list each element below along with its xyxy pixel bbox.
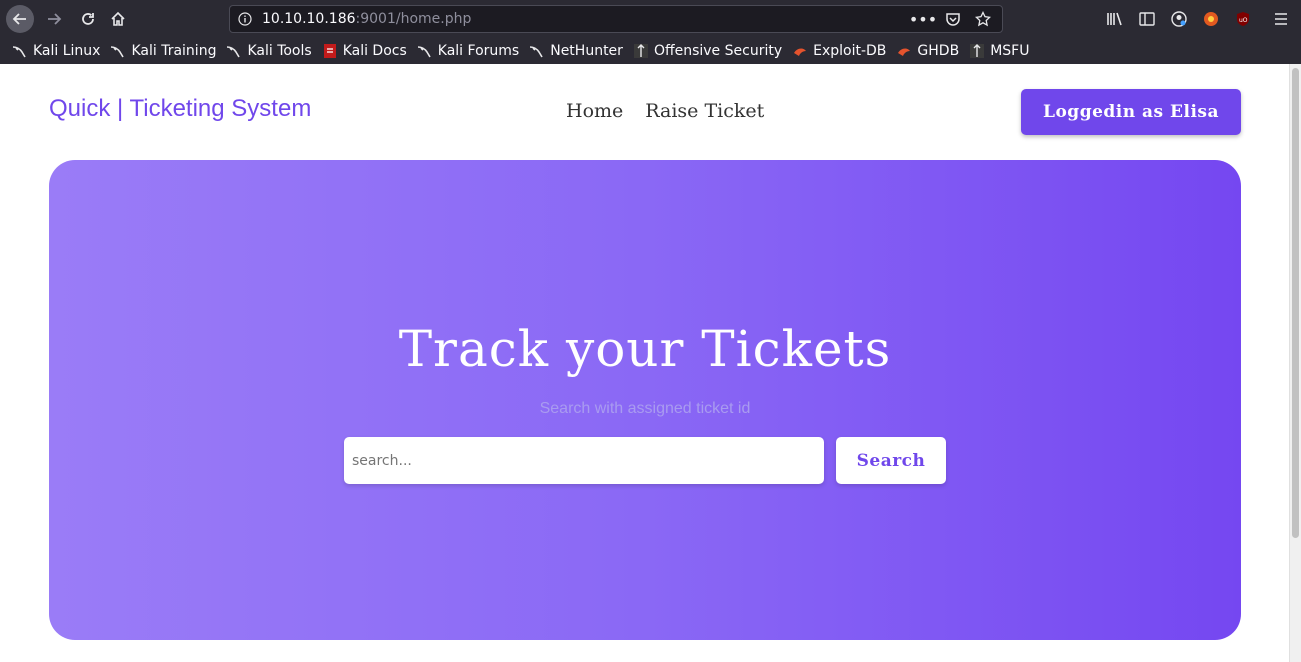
- extension-icon[interactable]: [1200, 8, 1222, 30]
- url-path: :9001/home.php: [355, 11, 472, 27]
- bookmark-label: Kali Forums: [437, 43, 520, 59]
- browser-toolbar: 10.10.10.186:9001/home.php ••• uO: [0, 0, 1301, 38]
- web-page: Quick | Ticketing System Home Raise Tick…: [0, 64, 1289, 662]
- menu-icon[interactable]: [1270, 8, 1292, 30]
- url-text[interactable]: 10.10.10.186:9001/home.php: [262, 11, 471, 27]
- offsec-icon: [969, 43, 985, 59]
- page-scrollbar[interactable]: [1289, 64, 1301, 662]
- bookmark-msfu[interactable]: MSFU: [969, 43, 1029, 59]
- url-host: 10.10.10.186: [262, 11, 356, 27]
- site-brand[interactable]: Quick | Ticketing System: [49, 95, 311, 123]
- logged-in-button[interactable]: Loggedin as Elisa: [1021, 89, 1241, 135]
- more-actions-icon[interactable]: •••: [909, 10, 937, 29]
- bookmark-star-icon[interactable]: [974, 11, 992, 27]
- bookmark-kali-linux[interactable]: Kali Linux: [12, 43, 100, 59]
- kali-dragon-icon: [110, 43, 126, 59]
- home-icon: [111, 11, 125, 26]
- bookmark-label: Kali Tools: [247, 43, 312, 59]
- offsec-icon: [633, 43, 649, 59]
- arrow-left-icon: [12, 13, 26, 25]
- nav-home-link[interactable]: Home: [566, 100, 623, 122]
- bookmark-kali-forums[interactable]: Kali Forums: [417, 43, 519, 59]
- bookmark-label: NetHunter: [550, 43, 623, 59]
- info-icon[interactable]: [238, 12, 252, 26]
- kali-dragon-icon: [417, 43, 433, 59]
- hero-title: Track your Tickets: [398, 320, 892, 378]
- home-button[interactable]: [104, 5, 132, 33]
- bookmark-label: Exploit-DB: [813, 43, 887, 59]
- main-nav: Home Raise Ticket: [566, 100, 764, 122]
- bookmark-label: Offensive Security: [653, 43, 783, 59]
- hero-banner: Track your Tickets Search with assigned …: [49, 160, 1241, 640]
- reload-button[interactable]: [74, 5, 102, 33]
- library-icon[interactable]: [1104, 8, 1126, 30]
- reload-icon: [82, 13, 94, 25]
- ticket-search-input[interactable]: [344, 437, 824, 484]
- bookmark-kali-tools[interactable]: Kali Tools: [226, 43, 312, 59]
- bookmark-label: GHDB: [917, 43, 960, 59]
- url-actions: •••: [909, 10, 992, 29]
- kali-dragon-icon: [529, 43, 545, 59]
- url-bar[interactable]: 10.10.10.186:9001/home.php •••: [229, 5, 1003, 33]
- bookmark-label: Kali Training: [131, 43, 217, 59]
- scrollbar-thumb[interactable]: [1292, 68, 1299, 538]
- ublock-icon[interactable]: uO: [1232, 8, 1254, 30]
- pocket-icon[interactable]: [944, 11, 962, 27]
- bookmark-kali-training[interactable]: Kali Training: [110, 43, 216, 59]
- bookmark-label: Kali Docs: [342, 43, 407, 59]
- account-icon[interactable]: [1168, 8, 1190, 30]
- kali-dragon-icon: [12, 43, 28, 59]
- exploitdb-icon: [792, 43, 808, 59]
- back-button[interactable]: [6, 5, 34, 33]
- svg-text:uO: uO: [1239, 17, 1248, 24]
- kali-docs-icon: [322, 43, 338, 59]
- bookmark-exploit-db[interactable]: Exploit-DB: [792, 43, 886, 59]
- browser-chrome: 10.10.10.186:9001/home.php ••• uO Kali L…: [0, 0, 1301, 64]
- bookmark-label: MSFU: [990, 43, 1030, 59]
- exploitdb-icon: [896, 43, 912, 59]
- hero-subtitle: Search with assigned ticket id: [539, 400, 751, 417]
- forward-button[interactable]: [40, 5, 68, 33]
- bookmark-label: Kali Linux: [33, 43, 101, 59]
- arrow-right-icon: [48, 13, 62, 25]
- kali-dragon-icon: [226, 43, 242, 59]
- bookmark-ghdb[interactable]: GHDB: [896, 43, 959, 59]
- nav-raise-ticket-link[interactable]: Raise Ticket: [645, 100, 764, 122]
- sidebar-icon[interactable]: [1136, 8, 1158, 30]
- bookmarks-bar: Kali Linux Kali Training Kali Tools Kali…: [0, 38, 1301, 64]
- bookmark-kali-docs[interactable]: Kali Docs: [322, 43, 407, 59]
- bookmark-offensive-security[interactable]: Offensive Security: [633, 43, 782, 59]
- search-button[interactable]: Search: [836, 437, 946, 484]
- bookmark-nethunter[interactable]: NetHunter: [529, 43, 623, 59]
